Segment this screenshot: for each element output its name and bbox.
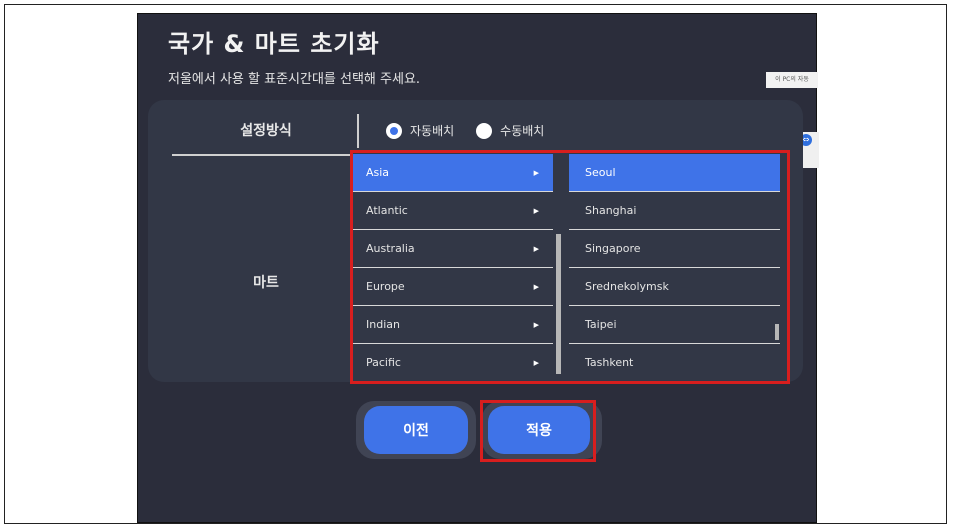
tooltip: 이 PC의 자동 bbox=[766, 72, 818, 88]
radio-manual-label: 수동배치 bbox=[500, 124, 545, 138]
prev-button[interactable]: 이전 bbox=[364, 406, 468, 454]
highlight-box-list bbox=[350, 150, 790, 384]
radio-manual-indicator[interactable] bbox=[476, 122, 493, 139]
page-subtitle: 저울에서 사용 할 표준시간대를 선택해 주세요. bbox=[168, 72, 421, 87]
settings-method-label: 설정방식 bbox=[240, 123, 292, 139]
highlight-box-apply bbox=[480, 400, 596, 462]
radio-auto-label: 자동배치 bbox=[410, 124, 455, 138]
page-title: 국가 & 마트 초기화 bbox=[168, 30, 380, 58]
mart-label: 마트 bbox=[253, 275, 279, 291]
radio-auto-indicator[interactable] bbox=[386, 122, 402, 139]
row-divider bbox=[172, 154, 360, 156]
timezone-screen: 국가 & 마트 초기화 저울에서 사용 할 표준시간대를 선택해 주세요. 이 … bbox=[137, 13, 819, 523]
radio-auto[interactable]: 자동배치 bbox=[386, 122, 454, 139]
settings-radio-group: 자동배치 수동배치 bbox=[386, 122, 566, 139]
radio-manual[interactable]: 수동배치 bbox=[476, 122, 544, 139]
vertical-divider bbox=[357, 114, 359, 148]
